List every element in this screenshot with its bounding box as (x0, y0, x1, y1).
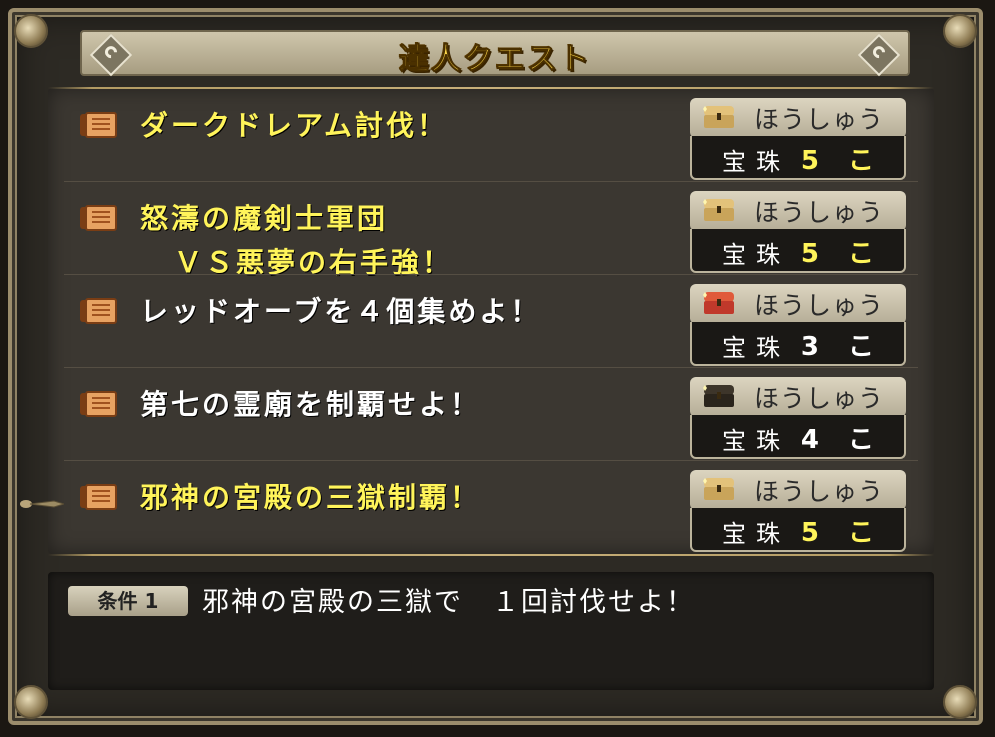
quest-scroll-icon (80, 298, 117, 324)
reward-label: ほうしゅう (754, 198, 885, 227)
reward-box: ほうしゅう 宝珠 5 こ (690, 98, 906, 180)
quest-name-line1: レッドオーブを４個集めよ！ (140, 295, 542, 328)
row-divider (64, 367, 918, 368)
gold-chest-icon (703, 106, 734, 128)
quest-row[interactable]: 邪神の宮殿の三獄制覇！ ほうしゅう 宝珠 5 こ (48, 464, 934, 554)
quest-row[interactable]: ダークドレアム討伐！ ほうしゅう 宝珠 5 こ (48, 92, 934, 182)
gold-chest-icon (703, 478, 734, 500)
quest-scroll-icon (80, 484, 117, 510)
gold-chest-icon (703, 199, 734, 221)
reward-label: ほうしゅう (754, 384, 885, 413)
reward-detail: 宝珠 4 こ (690, 415, 906, 459)
reward-item: 宝珠 (722, 520, 790, 548)
title-banner: 達人クエスト (80, 30, 910, 78)
selection-pointer-icon (20, 500, 64, 508)
reward-header: ほうしゅう (690, 284, 906, 324)
row-divider (64, 274, 918, 275)
reward-detail: 宝珠 3 こ (690, 322, 906, 366)
black-chest-icon (703, 385, 734, 407)
reward-label: ほうしゅう (754, 291, 885, 320)
quest-name-line1: 怒濤の魔剣士軍団 (140, 202, 389, 235)
quest-name: 怒濤の魔剣士軍団 ＶＳ悪夢の右手強！ (140, 197, 453, 285)
condition-panel: 条件 1 邪神の宮殿の三獄で １回討伐せよ！ (48, 572, 934, 690)
reward-box: ほうしゅう 宝珠 3 こ (690, 284, 906, 366)
reward-item: 宝珠 (722, 427, 790, 455)
quest-name: レッドオーブを４個集めよ！ (140, 290, 541, 334)
reward-label: ほうしゅう (754, 477, 885, 506)
quest-name: 邪神の宮殿の三獄制覇！ (140, 476, 481, 520)
reward-detail: 宝珠 5 こ (690, 508, 906, 552)
row-divider (64, 181, 918, 182)
reward-header: ほうしゅう (690, 377, 906, 417)
quest-scroll-icon (80, 391, 117, 417)
reward-item: 宝珠 (722, 334, 790, 362)
reward-detail: 宝珠 5 こ (690, 136, 906, 180)
reward-quantity: 4 こ (800, 425, 884, 455)
row-divider (64, 460, 918, 461)
condition-text: 邪神の宮殿の三獄で １回討伐せよ！ (202, 587, 695, 618)
red-chest-icon (703, 292, 734, 314)
quest-name-line1: ダークドレアム討伐！ (140, 109, 449, 142)
reward-detail: 宝珠 5 こ (690, 229, 906, 273)
reward-box: ほうしゅう 宝珠 4 こ (690, 377, 906, 459)
reward-label: ほうしゅう (754, 105, 885, 134)
quest-name-line1: 第七の霊廟を制覇せよ！ (140, 388, 482, 421)
corner-ornament (14, 14, 48, 48)
reward-box: ほうしゅう 宝珠 5 こ (690, 191, 906, 273)
reward-item: 宝珠 (722, 241, 790, 269)
quest-scroll-icon (80, 112, 117, 138)
quest-row[interactable]: レッドオーブを４個集めよ！ ほうしゅう 宝珠 3 こ (48, 278, 934, 368)
quest-name-line1: 邪神の宮殿の三獄制覇！ (140, 481, 482, 514)
reward-quantity: 5 こ (800, 146, 884, 176)
quest-name: ダークドレアム討伐！ (140, 104, 448, 148)
reward-item: 宝珠 (722, 148, 790, 176)
reward-quantity: 5 こ (800, 239, 884, 269)
reward-header: ほうしゅう (690, 98, 906, 138)
reward-quantity: 5 こ (800, 518, 884, 548)
divider (48, 87, 934, 89)
quest-row[interactable]: 怒濤の魔剣士軍団 ＶＳ悪夢の右手強！ ほうしゅう 宝珠 5 こ (48, 185, 934, 279)
reward-header: ほうしゅう (690, 470, 906, 510)
quest-name: 第七の霊廟を制覇せよ！ (140, 383, 481, 427)
reward-quantity: 3 こ (800, 332, 884, 362)
reward-box: ほうしゅう 宝珠 5 こ (690, 470, 906, 552)
condition-badge: 条件 1 (68, 586, 188, 616)
quest-row[interactable]: 第七の霊廟を制覇せよ！ ほうしゅう 宝珠 4 こ (48, 371, 934, 461)
page-title: 達人クエスト (399, 42, 591, 78)
quest-scroll-icon (80, 205, 117, 231)
corner-ornament (943, 685, 977, 719)
divider (48, 554, 934, 556)
corner-ornament (943, 14, 977, 48)
reward-header: ほうしゅう (690, 191, 906, 231)
corner-ornament (14, 685, 48, 719)
